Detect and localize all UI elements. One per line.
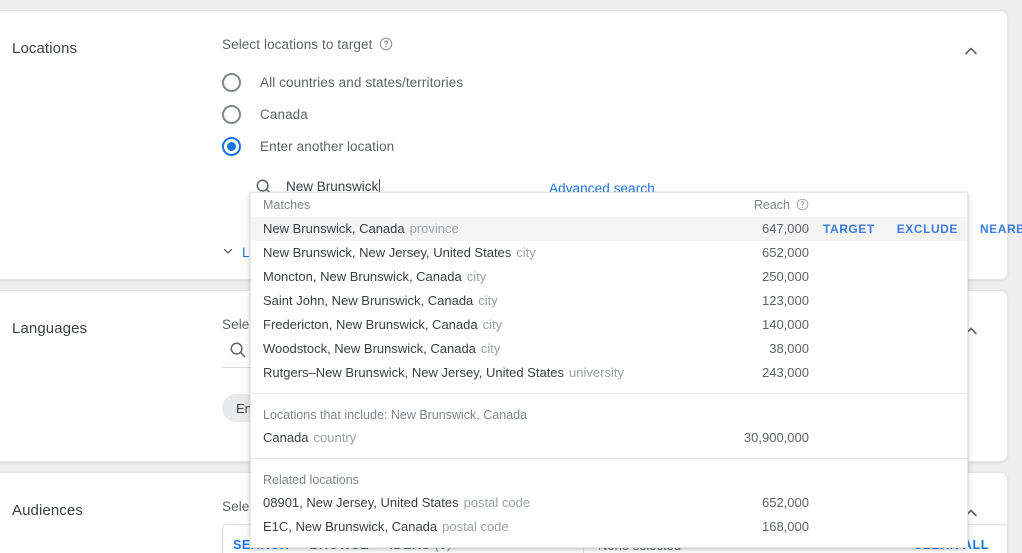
locations-radio-group[interactable]: All countries and states/territories Can… xyxy=(222,66,947,162)
reach-header-label: Reach xyxy=(753,198,790,212)
exclude-button[interactable]: EXCLUDE xyxy=(897,217,958,241)
suggestion-type: city xyxy=(482,317,503,332)
chevron-up-icon[interactable] xyxy=(961,41,981,61)
locations-prompt-row: Select locations to target xyxy=(222,37,947,52)
suggestion-type: province xyxy=(409,221,459,236)
radio-indicator-selected[interactable] xyxy=(222,136,241,156)
suggestion-reach: 123,000 xyxy=(762,293,809,308)
suggestion-name: Fredericton, New Brunswick, Canada xyxy=(263,317,478,332)
related-group: Related locations 08901, New Jersey, Uni… xyxy=(251,459,967,547)
suggestion-name: New Brunswick, New Jersey, United States xyxy=(263,245,512,260)
suggestion-name: 08901, New Jersey, United States xyxy=(263,495,459,510)
target-button[interactable]: TARGET xyxy=(823,217,875,241)
suggestion-name: E1C, New Brunswick, Canada xyxy=(263,519,438,534)
matches-header-label: Matches xyxy=(263,198,311,212)
radio-indicator[interactable] xyxy=(222,104,241,124)
suggestion-type: city xyxy=(478,293,498,308)
suggestion-name: Saint John, New Brunswick, Canada xyxy=(263,293,474,308)
suggestion-name: Moncton, New Brunswick, Canada xyxy=(263,269,462,284)
suggestion-type: city xyxy=(466,269,487,284)
radio-enter-another-location-label: Enter another location xyxy=(260,138,395,154)
suggestion-name-cell: Moncton, New Brunswick, Canada city xyxy=(263,265,486,289)
matches-header-row: Matches Reach xyxy=(251,193,967,217)
suggestion-name-cell: 08901, New Jersey, United States postal c… xyxy=(263,491,530,515)
suggestion-type: postal code xyxy=(442,519,509,534)
suggestion-row[interactable]: E1C, New Brunswick, Canada postal code 16… xyxy=(251,515,967,539)
location-suggestions-dropdown: Matches Reach New Brunswick, Canada provi… xyxy=(250,192,1022,548)
reach-header-cell: Reach xyxy=(709,193,809,217)
languages-search-icon[interactable] xyxy=(228,340,248,363)
suggestion-type: country xyxy=(313,430,357,445)
suggestion-reach: 140,000 xyxy=(762,317,809,332)
chevron-down-icon xyxy=(220,243,236,262)
suggestion-name-cell: Canada country xyxy=(263,426,356,450)
suggestion-name-cell: Fredericton, New Brunswick, Canada city xyxy=(263,313,502,337)
suggestion-row[interactable]: New Brunswick, New Jersey, United States… xyxy=(251,241,967,265)
suggestion-name-cell: Woodstock, New Brunswick, Canada city xyxy=(263,337,500,361)
suggestion-name-cell: Saint John, New Brunswick, Canada city xyxy=(263,289,498,313)
audiences-card-title: Audiences xyxy=(12,502,83,519)
suggestion-actions: TARGET EXCLUDE NEARBY xyxy=(823,217,1022,241)
nearby-button[interactable]: NEARBY xyxy=(980,217,1022,241)
includes-header: Locations that include: New Brunswick, C… xyxy=(263,408,528,422)
suggestion-name-cell: Rutgers–New Brunswick, New Jersey, Unite… xyxy=(263,361,624,385)
suggestion-name-cell: New Brunswick, New Jersey, United States… xyxy=(263,241,536,265)
suggestion-name-cell: New Brunswick, Canada province xyxy=(263,217,459,241)
suggestion-type: university xyxy=(569,365,624,380)
suggestion-type: city xyxy=(516,245,536,260)
radio-all-countries-label: All countries and states/territories xyxy=(260,74,464,90)
locations-card-title: Locations xyxy=(12,40,78,57)
suggestion-type: city xyxy=(480,341,501,356)
suggestion-name: Rutgers–New Brunswick, New Jersey, Unite… xyxy=(263,365,565,380)
suggestion-name: New Brunswick, Canada xyxy=(263,221,405,236)
text-caret xyxy=(379,179,381,193)
includes-group: Locations that include: New Brunswick, C… xyxy=(251,394,967,458)
related-header: Related locations xyxy=(263,473,359,487)
suggestion-type: postal code xyxy=(463,495,531,510)
radio-canada[interactable]: Canada xyxy=(222,98,947,130)
help-circle-icon[interactable] xyxy=(796,198,809,211)
suggestion-reach: 647,000 xyxy=(762,221,809,236)
help-circle-icon[interactable] xyxy=(379,37,393,51)
radio-all-countries[interactable]: All countries and states/territories xyxy=(222,66,947,98)
suggestion-name: Woodstock, New Brunswick, Canada xyxy=(263,341,476,356)
suggestion-reach: 38,000 xyxy=(769,341,809,356)
suggestion-row[interactable]: Woodstock, New Brunswick, Canada city 38,… xyxy=(251,337,967,361)
languages-card-title: Languages xyxy=(12,320,88,337)
suggestion-row[interactable]: Moncton, New Brunswick, Canada city 250,0… xyxy=(251,265,967,289)
matches-group: Matches Reach New Brunswick, Canada provi… xyxy=(251,193,1022,393)
suggestion-row[interactable]: Saint John, New Brunswick, Canada city 12… xyxy=(251,289,967,313)
suggestion-reach: 652,000 xyxy=(762,245,809,260)
targeting-settings-page: Locations Select locations to target All… xyxy=(0,0,1022,553)
radio-enter-another-location[interactable]: Enter another location xyxy=(222,130,947,162)
radio-canada-label: Canada xyxy=(260,106,308,122)
suggestion-reach: 652,000 xyxy=(762,495,809,510)
suggestion-name: Canada xyxy=(263,430,309,445)
suggestion-reach: 168,000 xyxy=(762,519,809,534)
suggestion-name-cell: E1C, New Brunswick, Canada postal code xyxy=(263,515,509,539)
suggestion-reach: 250,000 xyxy=(762,269,809,284)
suggestion-row[interactable]: Rutgers–New Brunswick, New Jersey, Unite… xyxy=(251,361,967,385)
suggestion-row[interactable]: 08901, New Jersey, United States postal c… xyxy=(251,491,967,515)
suggestion-reach: 30,900,000 xyxy=(743,430,809,445)
radio-indicator[interactable] xyxy=(222,72,241,92)
suggestion-row[interactable]: Fredericton, New Brunswick, Canada city 1… xyxy=(251,313,967,337)
locations-prompt: Select locations to target xyxy=(222,37,373,52)
suggestion-row[interactable]: Canada country 30,900,000 xyxy=(251,426,967,450)
locations-body: Select locations to target All countries… xyxy=(222,37,947,162)
suggestion-reach: 243,000 xyxy=(762,365,809,380)
suggestion-row[interactable]: New Brunswick, Canada province 647,000 TA… xyxy=(251,217,1022,241)
